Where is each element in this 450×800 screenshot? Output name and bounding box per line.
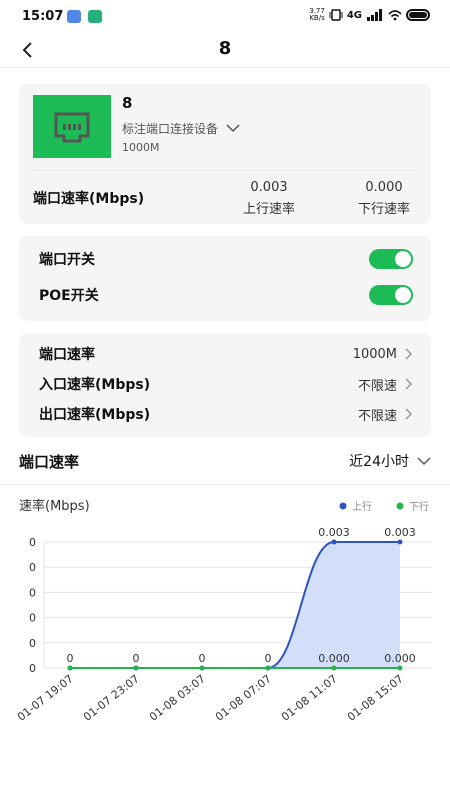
- status-time: 15:07: [22, 9, 64, 24]
- notification-chat-icon: [88, 10, 102, 23]
- upstream-data-label: 0: [265, 652, 272, 665]
- wifi-icon: [388, 10, 402, 21]
- divider: [0, 484, 450, 485]
- x-tick-label: 01-08 11:07: [279, 672, 340, 724]
- downstream-data-label: 0.000: [384, 652, 416, 665]
- legend-label-downstream: 下行: [409, 500, 429, 513]
- downstream-point: [397, 665, 403, 671]
- egress-rate-setting[interactable]: 出口速率(Mbps) 不限速: [39, 401, 413, 427]
- y-tick-label: 0: [29, 637, 36, 650]
- y-tick-label: 0: [29, 561, 36, 574]
- downstream-point: [67, 665, 73, 671]
- chevron-down-icon: [417, 456, 431, 465]
- annotate-device-dropdown[interactable]: 标注端口连接设备: [122, 120, 240, 137]
- chart-y-axis-label: 速率(Mbps): [19, 498, 90, 514]
- y-tick-label: 0: [29, 612, 36, 625]
- device-thumbnail: [33, 95, 111, 158]
- downstream-data-label: 0.000: [318, 652, 350, 665]
- legend-label-upstream: 上行: [352, 500, 372, 513]
- signal-icon: [367, 9, 382, 21]
- upstream-data-label: 0: [133, 652, 140, 665]
- y-tick-label: 0: [29, 536, 36, 549]
- chevron-right-icon: [405, 348, 413, 360]
- downstream-rate-value: 0.000: [365, 180, 403, 195]
- y-tick-label: 0: [29, 662, 36, 675]
- rate-settings-card: 端口速率 1000M 入口速率(Mbps) 不限速 出口速率(Mbps) 不限速: [19, 333, 431, 437]
- upstream-area: [70, 542, 400, 668]
- device-port-speed: 1000M: [122, 141, 160, 154]
- nav-bar: 8: [0, 34, 450, 68]
- ingress-rate-setting[interactable]: 入口速率(Mbps) 不限速: [39, 371, 413, 397]
- downstream-point: [133, 665, 139, 671]
- network-type: 4G: [346, 9, 362, 21]
- chevron-down-icon: [226, 124, 240, 133]
- network-speed: 3.77 KB/s: [309, 7, 325, 22]
- port-speed-setting[interactable]: 端口速率 1000M: [39, 341, 413, 367]
- downstream-point: [331, 665, 337, 671]
- upstream-point: [397, 539, 403, 545]
- x-tick-label: 01-08 15:07: [345, 672, 406, 724]
- poe-switch-toggle[interactable]: [369, 285, 413, 305]
- rate-chart: 速率(Mbps) 上行 下行 0 0 0 0 0 0 0 0 0 0 0.003 0.003 0.000 0.0…: [0, 490, 450, 770]
- port-switch-row: 端口开关: [39, 244, 413, 274]
- upstream-point: [331, 539, 337, 545]
- time-range-dropdown[interactable]: 近24小时: [349, 451, 431, 471]
- page-title: 8: [218, 38, 232, 59]
- legend-marker-downstream: [396, 502, 404, 510]
- vibrate-icon: [329, 9, 343, 21]
- upstream-data-label: 0.003: [318, 526, 350, 539]
- upstream-rate-label: 上行速率: [242, 202, 295, 217]
- upstream-rate-value: 0.003: [250, 180, 288, 195]
- device-card: 8 标注端口连接设备 1000M 端口速率(Mbps) 0.003 上行速率 0…: [19, 84, 431, 224]
- chevron-right-icon: [405, 378, 413, 390]
- chart-section-header: 端口速率 近24小时: [19, 448, 431, 474]
- x-tick-label: 01-08 03:07: [147, 672, 208, 724]
- device-name: 8: [122, 94, 133, 112]
- y-tick-label: 0: [29, 586, 36, 599]
- poe-switch-row: POE开关: [39, 280, 413, 310]
- port-rate-label: 端口速率(Mbps): [33, 191, 145, 207]
- x-tick-label: 01-07 19:07: [15, 672, 76, 724]
- upstream-data-label: 0.003: [384, 526, 416, 539]
- downstream-point: [265, 665, 271, 671]
- chevron-right-icon: [405, 408, 413, 420]
- upstream-rate: 0.003 上行速率: [224, 180, 314, 217]
- divider: [33, 170, 417, 171]
- switch-card: 端口开关 POE开关: [19, 236, 431, 321]
- downstream-point: [199, 665, 205, 671]
- status-icons: 3.77 KB/s 4G: [309, 8, 430, 22]
- downstream-rate-label: 下行速率: [357, 202, 410, 217]
- legend-marker-upstream: [339, 502, 347, 510]
- downstream-rate: 0.000 下行速率: [339, 180, 429, 217]
- x-tick-label: 01-08 07:07: [213, 672, 274, 724]
- section-title: 端口速率: [19, 452, 80, 471]
- upstream-data-label: 0: [199, 652, 206, 665]
- ethernet-port-icon: [54, 112, 90, 142]
- battery-icon: [406, 9, 430, 21]
- port-switch-toggle[interactable]: [369, 249, 413, 269]
- x-tick-label: 01-07 23:07: [81, 672, 142, 724]
- poe-switch-label: POE开关: [39, 288, 99, 304]
- port-switch-label: 端口开关: [39, 252, 95, 268]
- notification-app-icon: [67, 10, 81, 23]
- status-bar: 15:07 3.77 KB/s 4G: [0, 0, 450, 34]
- upstream-data-label: 0: [67, 652, 74, 665]
- rate-chart-svg: 速率(Mbps) 上行 下行 0 0 0 0 0 0 0 0 0 0 0.003 0.003 0.000 0.0…: [15, 498, 432, 724]
